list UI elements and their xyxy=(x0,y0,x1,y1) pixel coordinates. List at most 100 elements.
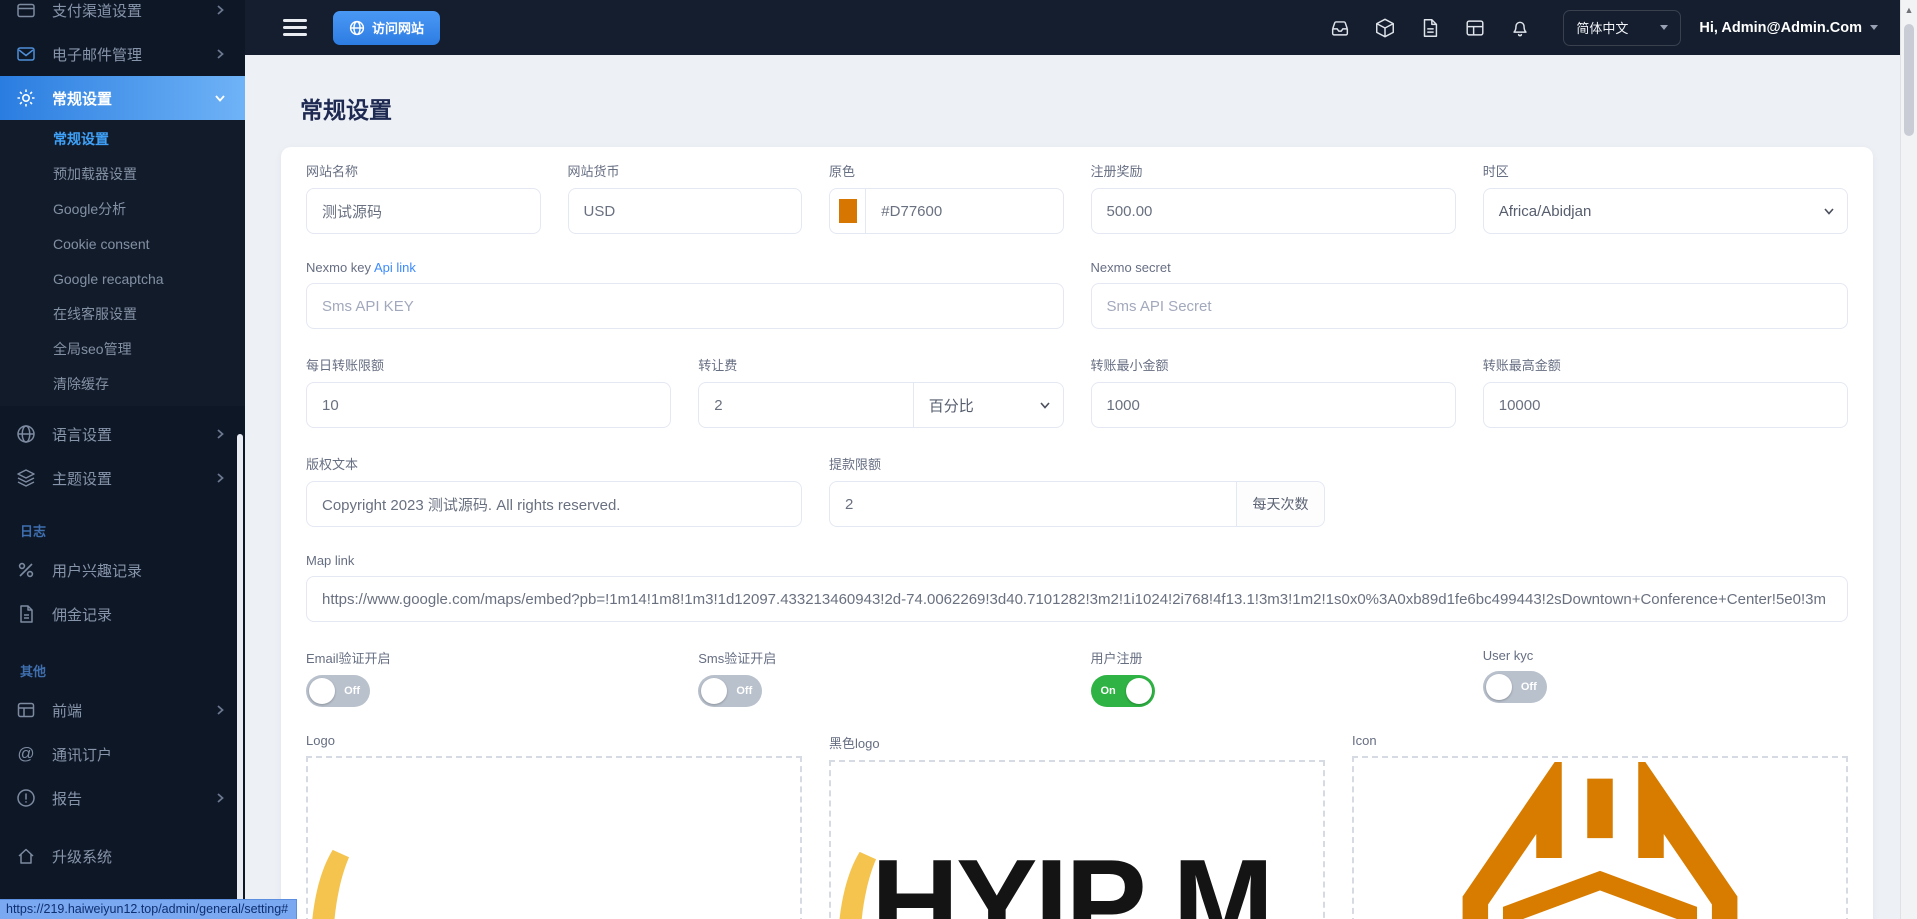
icon-upload-label: Icon xyxy=(1352,733,1848,748)
toggle-knob xyxy=(1126,678,1152,704)
nexmo-secret-input[interactable] xyxy=(1091,283,1849,329)
submenu-item-cookie-consent[interactable]: Cookie consent xyxy=(0,227,245,262)
transfer-fee-input[interactable] xyxy=(698,382,914,428)
sidebar-item-label: 报告 xyxy=(52,788,213,809)
timezone-select[interactable]: Africa/Abidjan xyxy=(1483,188,1848,234)
transfer-max-label: 转账最高金额 xyxy=(1483,355,1848,374)
submenu-item-global-seo[interactable]: 全局seo管理 xyxy=(0,332,245,367)
sidebar-item-commission-log[interactable]: 佣金记录 xyxy=(0,592,245,636)
sidebar-item-theme-settings[interactable]: 主题设置 xyxy=(0,456,245,500)
color-swatch-button[interactable] xyxy=(829,188,865,234)
email-verification-toggle[interactable]: Off xyxy=(306,675,370,707)
sidebar-item-language-settings[interactable]: 语言设置 xyxy=(0,412,245,456)
scroll-up-arrow[interactable]: ▲ xyxy=(1901,0,1917,15)
main-content: 常规设置 网站名称 网站货币 原色 注册 xyxy=(245,55,1900,919)
user-kyc-label: User kyc xyxy=(1483,648,1848,663)
hamburger-menu-icon[interactable] xyxy=(283,15,307,41)
sidebar-item-user-interest-log[interactable]: 用户兴趣记录 xyxy=(0,548,245,592)
nexmo-key-input[interactable] xyxy=(306,283,1064,329)
copyright-label: 版权文本 xyxy=(306,454,802,473)
submenu-item-live-chat[interactable]: 在线客服设置 xyxy=(0,297,245,332)
api-link[interactable]: Api link xyxy=(374,260,416,275)
sidebar-section-other: 其他 xyxy=(0,652,245,688)
sidebar-item-upgrade-system[interactable]: 升级系统 xyxy=(0,834,245,878)
withdraw-limit-label: 提款限额 xyxy=(829,454,1325,473)
submenu-item-google-analytics[interactable]: Google分析 xyxy=(0,192,245,227)
sidebar: 支付渠道设置 电子邮件管理 常规设置 xyxy=(0,0,245,919)
sidebar-item-frontend[interactable]: 前端 xyxy=(0,688,245,732)
daily-transfer-limit-label: 每日转账限额 xyxy=(306,355,671,374)
bell-icon[interactable] xyxy=(1509,17,1531,39)
logo-upload-dropzone[interactable] xyxy=(306,756,802,919)
icon-upload-dropzone[interactable] xyxy=(1352,756,1848,919)
inbox-icon[interactable] xyxy=(1329,17,1351,39)
document-icon[interactable] xyxy=(1419,17,1441,39)
credit-card-icon xyxy=(16,0,36,20)
copyright-input[interactable] xyxy=(306,481,802,527)
daily-transfer-limit-input[interactable] xyxy=(306,382,671,428)
chevron-down-icon xyxy=(1660,25,1668,30)
sidebar-scrollbar[interactable] xyxy=(237,434,243,919)
sidebar-item-reports[interactable]: 报告 xyxy=(0,776,245,820)
package-icon[interactable] xyxy=(1374,17,1396,39)
toggle-knob xyxy=(309,678,335,704)
signup-bonus-input[interactable] xyxy=(1091,188,1456,234)
chevron-down-icon xyxy=(213,91,227,105)
site-name-input[interactable] xyxy=(306,188,541,234)
chevron-down-icon xyxy=(1039,399,1051,411)
chevron-down-icon xyxy=(1870,25,1878,30)
sidebar-item-label: 通讯订户 xyxy=(52,744,227,765)
site-icon-preview xyxy=(1430,762,1770,919)
sidebar-section-logs: 日志 xyxy=(0,512,245,548)
page-title: 常规设置 xyxy=(300,91,1873,125)
dark-logo-upload-dropzone[interactable]: HYIP M xyxy=(829,760,1325,919)
visit-website-button[interactable]: 访问网站 xyxy=(333,11,440,45)
user-menu[interactable]: Hi, Admin@Admin.Com xyxy=(1699,20,1878,36)
grid-table-icon[interactable] xyxy=(1464,17,1486,39)
sms-verification-label: Sms验证开启 xyxy=(698,648,1063,667)
alert-circle-icon xyxy=(16,788,36,808)
signup-bonus-label: 注册奖励 xyxy=(1091,161,1456,180)
toggle-knob xyxy=(1486,674,1512,700)
withdraw-limit-input[interactable] xyxy=(829,481,1237,527)
sidebar-item-general-settings[interactable]: 常规设置 xyxy=(0,76,245,120)
user-registration-toggle[interactable]: On xyxy=(1091,675,1155,707)
sidebar-item-payment-channels[interactable]: 支付渠道设置 xyxy=(0,0,245,32)
chevron-right-icon xyxy=(213,791,227,805)
chevron-right-icon xyxy=(213,3,227,17)
general-settings-submenu: 常规设置 预加载器设置 Google分析 Cookie consent Goog… xyxy=(0,120,245,406)
user-kyc-toggle[interactable]: Off xyxy=(1483,671,1547,703)
transfer-fee-unit-select[interactable]: 百分比 xyxy=(914,382,1064,428)
sidebar-item-newsletter-subscribers[interactable]: @ 通讯订户 xyxy=(0,732,245,776)
transfer-min-input[interactable] xyxy=(1091,382,1456,428)
submenu-item-preloader[interactable]: 预加载器设置 xyxy=(0,157,245,192)
sidebar-item-label: 佣金记录 xyxy=(52,604,227,625)
file-text-icon xyxy=(16,604,36,624)
nexmo-secret-label: Nexmo secret xyxy=(1091,260,1849,275)
gear-icon xyxy=(16,88,36,108)
timezone-label: 时区 xyxy=(1483,161,1848,180)
site-name-label: 网站名称 xyxy=(306,161,541,180)
transfer-fee-label: 转让费 xyxy=(698,355,1063,374)
currency-input[interactable] xyxy=(568,188,803,234)
withdraw-limit-addon: 每天次数 xyxy=(1237,481,1325,527)
language-selector[interactable]: 简体中文 xyxy=(1563,10,1681,46)
submenu-item-general-settings[interactable]: 常规设置 xyxy=(0,122,245,157)
chevron-down-icon xyxy=(1823,205,1835,217)
sms-verification-toggle[interactable]: Off xyxy=(698,675,762,707)
transfer-max-input[interactable] xyxy=(1483,382,1848,428)
nexmo-key-label: Nexmo key Api link xyxy=(306,260,1064,275)
chevron-right-icon xyxy=(213,47,227,61)
page-scrollbar[interactable]: ▲ xyxy=(1900,0,1917,919)
scrollbar-thumb[interactable] xyxy=(1904,24,1914,136)
home-icon xyxy=(16,846,36,866)
sidebar-item-email-management[interactable]: 电子邮件管理 xyxy=(0,32,245,76)
user-registration-label: 用户注册 xyxy=(1091,648,1456,667)
primary-color-input[interactable] xyxy=(865,188,1063,234)
sidebar-item-label: 前端 xyxy=(52,700,213,721)
map-link-input[interactable] xyxy=(306,576,1848,622)
settings-card: 网站名称 网站货币 原色 注册奖励 时区 xyxy=(281,147,1873,919)
submenu-item-google-recaptcha[interactable]: Google recaptcha xyxy=(0,262,245,297)
submenu-item-clear-cache[interactable]: 清除缓存 xyxy=(0,367,245,402)
top-navbar: 访问网站 简体中文 Hi, Admin@Admin.Com xyxy=(245,0,1900,55)
